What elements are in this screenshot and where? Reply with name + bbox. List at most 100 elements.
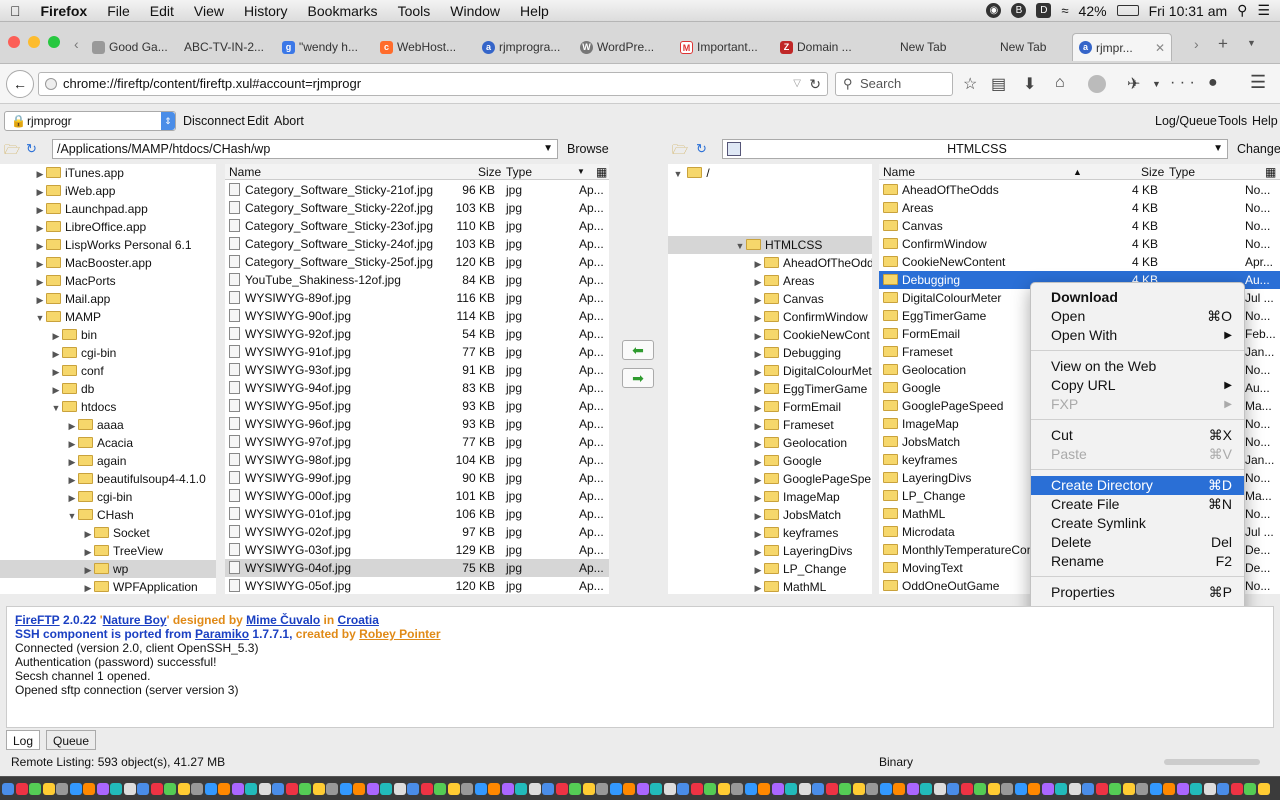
dock-app-icon[interactable] [744,783,757,795]
tree-row-conf[interactable]: ▶ conf [0,362,216,380]
tab-close-icon[interactable]: ✕ [1155,41,1171,55]
robey-pointer-link[interactable]: Robey Pointer [359,627,440,641]
dock-app-icon[interactable] [1203,783,1216,795]
spotlight-search-icon[interactable]: ⚲ [1237,2,1247,19]
dock-app-icon[interactable] [1257,783,1270,795]
edit-button[interactable]: Edit [247,114,269,128]
tree-row-iweb-app[interactable]: ▶ iWeb.app [0,182,216,200]
download-arrow-icon[interactable]: ⬇ [1023,74,1036,94]
dock-app-icon[interactable] [650,783,662,795]
status-app-d-icon[interactable]: D [1036,3,1052,18]
menu-item-create-directory[interactable]: Create Directory ⌘D [1031,476,1244,495]
remote-parent-folder-icon[interactable]: 🗁 [672,141,690,157]
expand-triangle-right-icon[interactable]: ▶ [34,237,46,255]
expand-triangle-right-icon[interactable]: ▶ [82,579,94,594]
addon-dropdown-icon[interactable]: ▼ [1152,79,1161,89]
croatia-link[interactable]: Croatia [338,613,379,627]
download-left-arrow-icon[interactable]: ⬅ [622,340,654,360]
dock-app-icon[interactable] [110,783,122,795]
dock-app-icon[interactable] [245,783,257,795]
dock-app-icon[interactable] [137,783,149,795]
remote-path-input[interactable]: HTMLCSS ▼ [722,139,1228,159]
tree-row-lispworks-personal-6-1[interactable]: ▶ LispWorks Personal 6.1 [0,236,216,254]
local-file-row[interactable]: WYSIWYG-03of.jpg 129 KB jpg Ap... [225,541,609,559]
menu-tools[interactable]: Tools [388,3,441,19]
menu-item-open-with[interactable]: Open With ▶ [1031,326,1244,345]
sort-chevron-up-icon[interactable]: ▲ [1073,164,1082,180]
dock-app-icon[interactable] [1068,783,1081,795]
remote-refresh-icon[interactable]: ↻ [696,141,714,157]
tab-2[interactable]: ABC-TV-IN-2... [178,33,272,61]
remote-tree-row[interactable]: ▶ Geolocation [668,434,872,452]
tab-scroll-right-icon[interactable]: › [1194,36,1199,52]
remote-tree-row[interactable]: ▶ Google [668,452,872,470]
expand-triangle-right-icon[interactable]: ▶ [82,543,94,561]
remote-col-name-header[interactable]: Name [883,164,915,180]
addon-gray-icon[interactable] [1088,75,1106,93]
window-zoom-button[interactable] [48,36,60,48]
disconnect-button[interactable]: Disconnect [183,114,245,128]
remote-tree-row[interactable]: ▶ LP_Change [668,560,872,578]
tab-4[interactable]: c WebHost... [374,33,472,61]
expand-triangle-right-icon[interactable]: ▶ [34,219,46,237]
dock-app-icon[interactable] [542,783,554,795]
status-app-b-icon[interactable]: B [1011,3,1027,18]
dock-app-icon[interactable] [798,783,811,795]
col-name-header[interactable]: Name [229,164,261,180]
local-refresh-icon[interactable]: ↻ [26,141,44,157]
dock-app-icon[interactable] [407,783,419,795]
remote-tree-row[interactable]: ▶ AheadOfTheOdds [668,254,872,272]
local-file-row[interactable]: WYSIWYG-89of.jpg 116 KB jpg Ap... [225,289,609,307]
dock-app-icon[interactable] [1244,783,1256,795]
dock-app-icon[interactable] [758,783,770,795]
tab-11-active[interactable]: a rjmpr... ✕ [1072,33,1172,61]
expand-triangle-right-icon[interactable]: ▶ [752,363,764,381]
tools-button[interactable]: Tools [1218,114,1247,128]
expand-triangle-right-icon[interactable]: ▶ [752,291,764,309]
tab-5[interactable]: a rjmprogra... [476,33,572,61]
menu-item-create-symlink[interactable]: Create Symlink [1031,514,1244,533]
dock-app-icon[interactable] [231,783,244,795]
expand-triangle-right-icon[interactable]: ▶ [752,525,764,543]
expand-triangle-right-icon[interactable]: ▶ [752,507,764,525]
dock-app-icon[interactable] [1055,783,1067,795]
dock-app-icon[interactable] [1149,783,1162,795]
bookmark-star-icon[interactable]: ☆ [963,74,977,94]
dock-app-icon[interactable] [272,783,284,795]
notification-center-icon[interactable]: ☰ [1257,2,1270,19]
abort-button[interactable]: Abort [274,114,304,128]
dock-app-icon[interactable] [1122,783,1135,795]
menu-file[interactable]: File [97,3,140,19]
dock-app-icon[interactable] [150,783,163,795]
dock-app-icon[interactable] [420,783,433,795]
dock-app-icon[interactable] [258,783,271,795]
expand-triangle-down-icon[interactable]: ▼ [50,399,62,417]
local-path-input[interactable]: /Applications/MAMP/htdocs/CHash/wp ▼ [52,139,558,159]
tree-row-socket[interactable]: ▶ Socket [0,524,216,542]
remote-file-row[interactable]: Areas 4 KB No... [879,199,1280,217]
expand-triangle-right-icon[interactable]: ▶ [66,453,78,471]
local-file-row[interactable]: WYSIWYG-99of.jpg 90 KB jpg Ap... [225,469,609,487]
dock-app-icon[interactable] [515,783,527,795]
parent-folder-icon[interactable]: 🗁 [4,141,22,157]
local-file-row[interactable]: WYSIWYG-01of.jpg 106 KB jpg Ap... [225,505,609,523]
dock-app-icon[interactable] [839,783,851,795]
dock-app-icon[interactable] [690,783,703,795]
tree-row-db[interactable]: ▶ db [0,380,216,398]
reload-icon[interactable]: ↻ [809,73,821,95]
transfer-mode[interactable]: Binary [879,753,913,771]
dock-app-icon[interactable] [191,783,203,795]
menu-item-delete[interactable]: Delete Del [1031,533,1244,552]
remote-tree-row[interactable]: ▶ ConfirmWindow [668,308,872,326]
change-button[interactable]: Change [1237,142,1280,156]
expand-triangle-right-icon[interactable]: ▶ [34,273,46,291]
dock-app-icon[interactable] [866,783,878,795]
dock-app-icon[interactable] [528,783,541,795]
expand-triangle-right-icon[interactable]: ▶ [34,183,46,201]
expand-triangle-right-icon[interactable]: ▶ [82,525,94,543]
remote-tree-row[interactable]: ▶ EggTimerGame [668,380,872,398]
expand-triangle-right-icon[interactable]: ▶ [752,309,764,327]
tab-10[interactable]: New Tab [994,33,1064,61]
remote-tree-row[interactable]: ▶ keyframes [668,524,872,542]
dock-app-icon[interactable] [204,783,217,795]
